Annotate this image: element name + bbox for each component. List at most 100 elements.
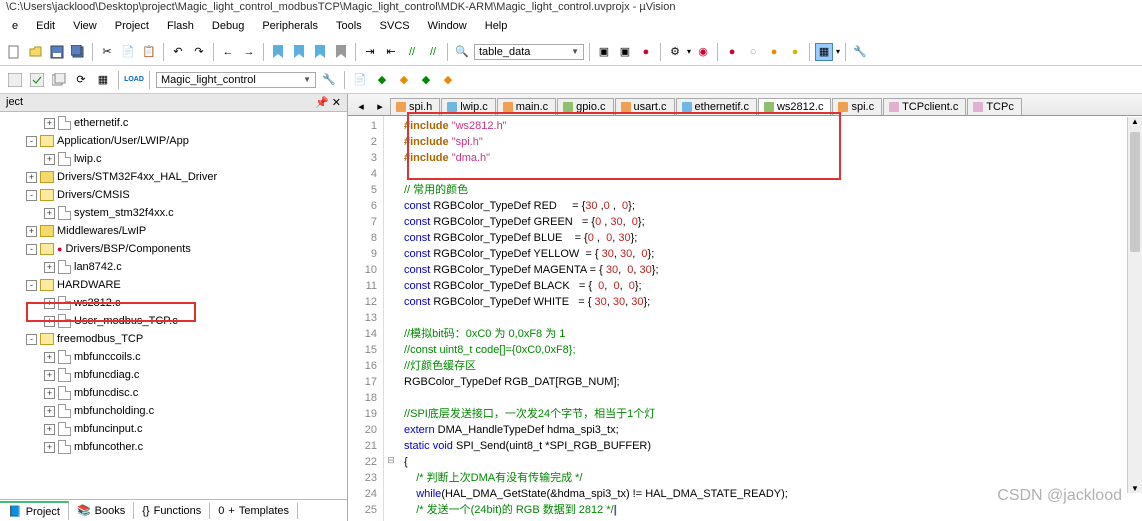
project-tree[interactable]: +ethernetif.c-Application/User/LWIP/App +… [0,112,347,499]
tree-item[interactable]: +User_modbus_TCP.c [0,312,347,330]
file-tab[interactable]: ethernetif.c [676,98,757,115]
record-icon[interactable]: ◉ [694,43,712,61]
manage2-icon[interactable]: ◆ [395,71,413,89]
menu-tools[interactable]: Tools [328,18,370,38]
open-icon[interactable] [27,43,45,61]
code-text[interactable]: #include "ws2812.h"#include "spi.h"#incl… [398,116,1142,521]
debug-run-icon[interactable]: ▣ [595,43,613,61]
config-dd-icon[interactable]: ▾ [687,47,691,56]
expand-icon[interactable]: + [44,154,55,165]
tree-item[interactable]: +mbfunccoils.c [0,348,347,366]
tree-item[interactable]: -freemodbus_TCP [0,330,347,348]
file-ext-icon[interactable]: 📄 [351,71,369,89]
expand-icon[interactable]: + [44,352,55,363]
pane-close-icon[interactable]: ✕ [332,97,341,109]
manage4-icon[interactable]: ◆ [439,71,457,89]
expand-icon[interactable]: - [26,244,37,255]
scroll-down-icon[interactable]: ▼ [1131,484,1139,493]
back-icon[interactable]: ← [219,43,237,61]
dot-gray-icon[interactable]: ○ [744,43,762,61]
save-icon[interactable] [48,43,66,61]
tree-item[interactable]: +Drivers/STM32F4xx_HAL_Driver [0,168,347,186]
file-tab[interactable]: spi.h [390,98,440,115]
manage3-icon[interactable]: ◆ [417,71,435,89]
scrollbar-vertical[interactable]: ▲ ▼ [1127,117,1142,493]
tab-templates[interactable]: 0+Templates [210,503,298,519]
file-tab[interactable]: lwip.c [441,98,496,115]
tab-prev-icon[interactable]: ◂ [352,97,370,115]
tree-item[interactable]: +lan8742.c [0,258,347,276]
options-icon[interactable]: 🔧 [851,43,869,61]
menu-view[interactable]: View [65,18,105,38]
menu-debug[interactable]: Debug [204,18,252,38]
dot-yellow-icon[interactable]: ● [786,43,804,61]
file-tab[interactable]: ws2812.c [758,98,831,115]
find-list-icon[interactable]: 🔍 [453,43,471,61]
tree-item[interactable]: +mbfuncholding.c [0,402,347,420]
tree-item[interactable]: -Application/User/LWIP/App [0,132,347,150]
menu-project[interactable]: Project [107,18,157,38]
dot-orange-icon[interactable]: ● [765,43,783,61]
cut-icon[interactable]: ✂ [98,43,116,61]
tree-item[interactable]: -●Drivers/BSP/Components [0,240,347,258]
expand-icon[interactable]: - [26,136,37,147]
layout-dd-icon[interactable]: ▾ [836,47,840,56]
bookmark-prev-icon[interactable] [290,43,308,61]
menu-window[interactable]: Window [420,18,475,38]
window-layout-icon[interactable]: ▦ [815,43,833,61]
scroll-thumb[interactable] [1130,132,1140,252]
expand-icon[interactable]: + [44,406,55,417]
expand-icon[interactable]: + [44,424,55,435]
scroll-up-icon[interactable]: ▲ [1131,117,1139,126]
tab-next-icon[interactable]: ▸ [371,97,389,115]
config-icon[interactable]: ⚙ [666,43,684,61]
file-tab[interactable]: TCPclient.c [883,98,966,115]
pane-pin-icon[interactable]: 📌 [315,97,329,109]
tree-item[interactable]: -HARDWARE [0,276,347,294]
tree-item[interactable]: +system_stm32f4xx.c [0,204,347,222]
target-opts-icon[interactable]: 🔧 [320,71,338,89]
tree-item[interactable]: +mbfuncdisc.c [0,384,347,402]
tab-functions[interactable]: {}Functions [134,503,210,519]
expand-icon[interactable]: + [26,172,37,183]
file-tab[interactable]: spi.c [832,98,882,115]
expand-icon[interactable]: + [44,262,55,273]
expand-icon[interactable]: + [44,370,55,381]
undo-icon[interactable]: ↶ [169,43,187,61]
build-icon[interactable] [6,71,24,89]
expand-icon[interactable]: + [44,442,55,453]
tree-item[interactable]: +ethernetif.c [0,114,347,132]
expand-icon[interactable]: - [26,280,37,291]
rebuild-icon[interactable]: ⟳ [72,71,90,89]
redo-icon[interactable]: ↷ [190,43,208,61]
code-area[interactable]: 1234567891011121314151617181920212223242… [348,116,1142,521]
bookmark-clear-icon[interactable] [332,43,350,61]
target-combo[interactable]: Magic_light_control▼ [156,72,316,88]
tab-books[interactable]: 📚Books [69,502,134,519]
comment-icon[interactable]: // [403,43,421,61]
saveall-icon[interactable] [69,43,87,61]
file-tab[interactable]: usart.c [615,98,675,115]
tab-project[interactable]: 📘Project [0,501,69,520]
uncomment-icon[interactable]: // [424,43,442,61]
bookmark-icon[interactable] [269,43,287,61]
tree-item[interactable]: +Middlewares/LwIP [0,222,347,240]
tree-item[interactable]: +mbfuncinput.c [0,420,347,438]
menu-peripherals[interactable]: Peripherals [254,18,326,38]
manage-icon[interactable]: ◆ [373,71,391,89]
expand-icon[interactable]: + [44,298,55,309]
build2-icon[interactable] [28,71,46,89]
menu-flash[interactable]: Flash [159,18,202,38]
indent-icon[interactable]: ⇥ [361,43,379,61]
tree-item[interactable]: +mbfuncdiag.c [0,366,347,384]
download-icon[interactable]: LOAD [125,71,143,89]
file-tab[interactable]: main.c [497,98,556,115]
expand-icon[interactable]: + [44,316,55,327]
bookmark-next-icon[interactable] [311,43,329,61]
file-tab[interactable]: TCPc [967,98,1022,115]
breakpoint-icon[interactable]: ● [637,43,655,61]
menu-edit[interactable]: Edit [28,18,63,38]
tree-item[interactable]: +mbfuncother.c [0,438,347,456]
menu-e[interactable]: e [4,18,26,38]
expand-icon[interactable]: + [44,388,55,399]
